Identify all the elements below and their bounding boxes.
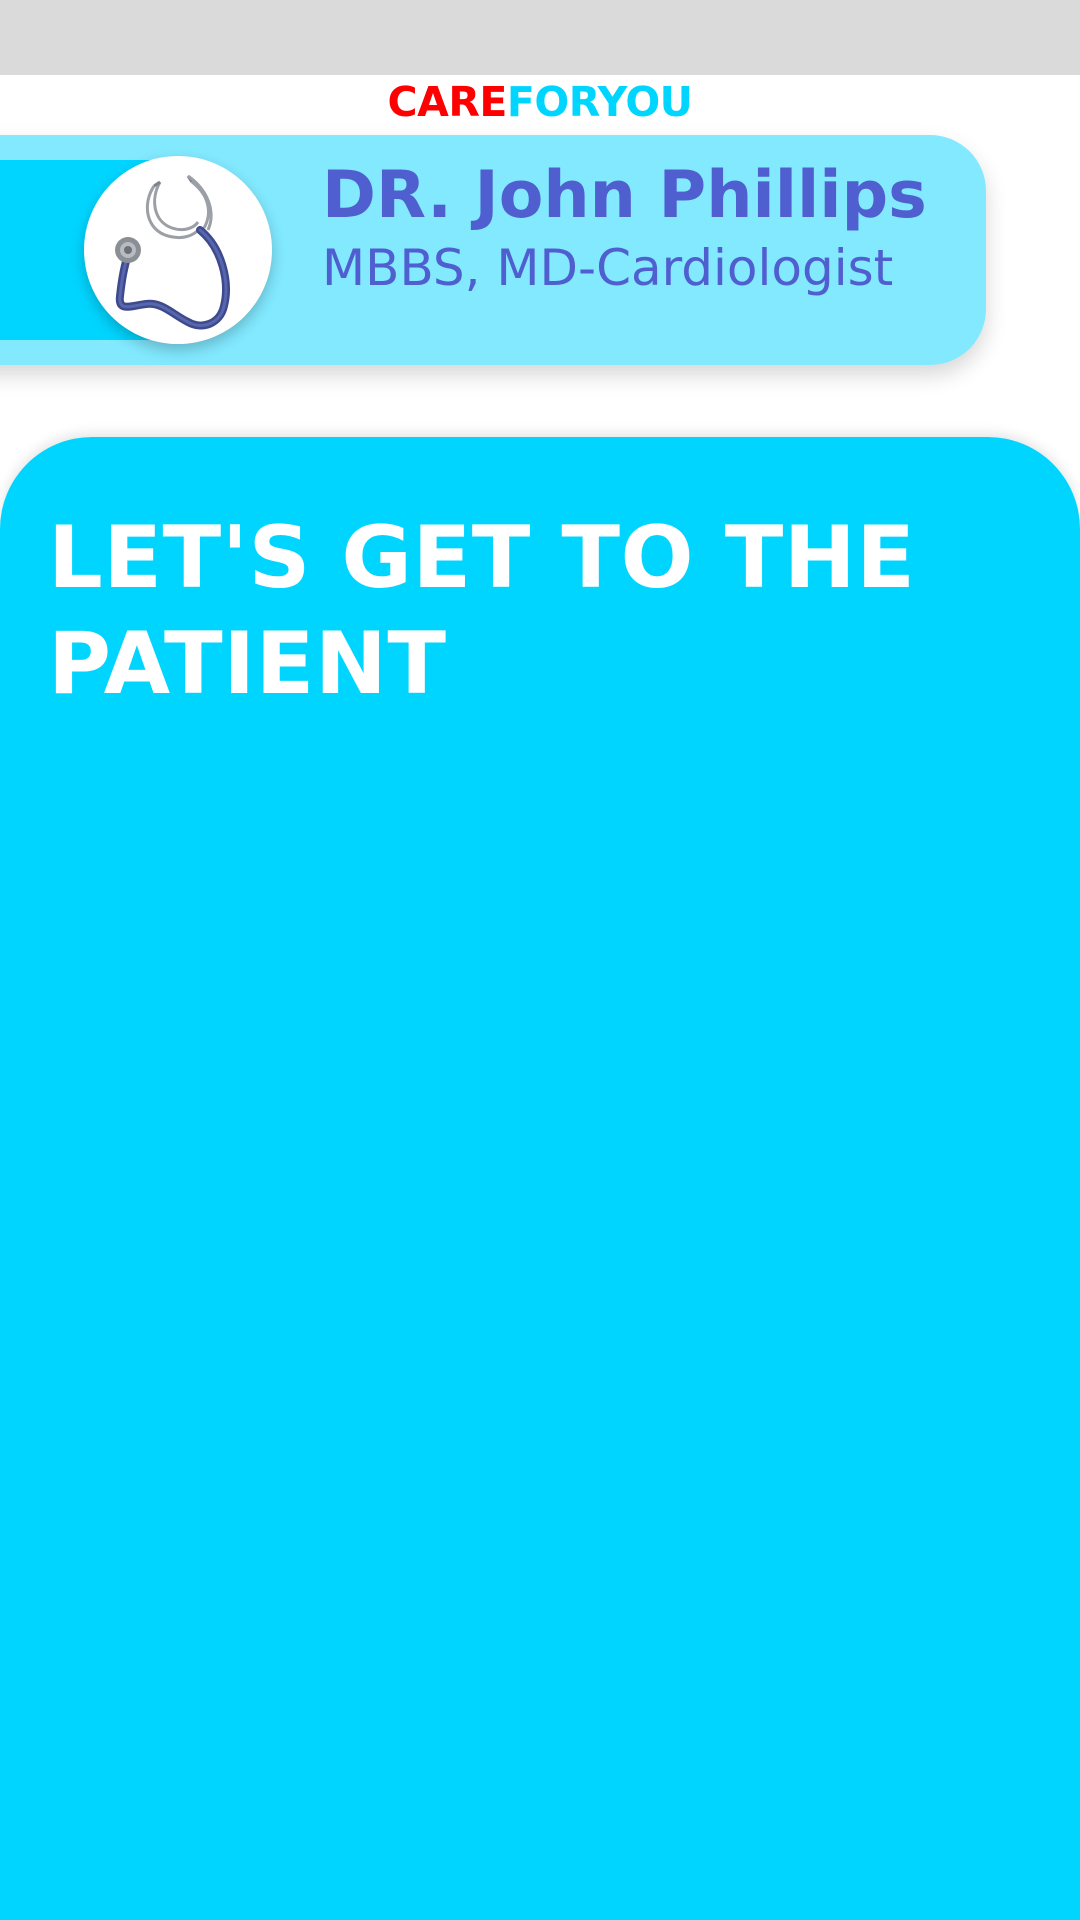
stethoscope-icon [115, 174, 230, 330]
doctor-name: DR. John Phillips [322, 158, 927, 233]
brand-logo-foryou: FORYOU [506, 78, 693, 126]
doctor-avatar[interactable] [84, 156, 272, 344]
main-headline: LET'S GET TO THE PATIENT [48, 508, 916, 714]
doctor-degree: MBBS, MD-Cardiologist [322, 239, 894, 297]
brand-logo: CAREFORYOU [0, 80, 1080, 124]
brand-logo-care: CARE [387, 78, 508, 126]
status-bar [0, 0, 1080, 75]
